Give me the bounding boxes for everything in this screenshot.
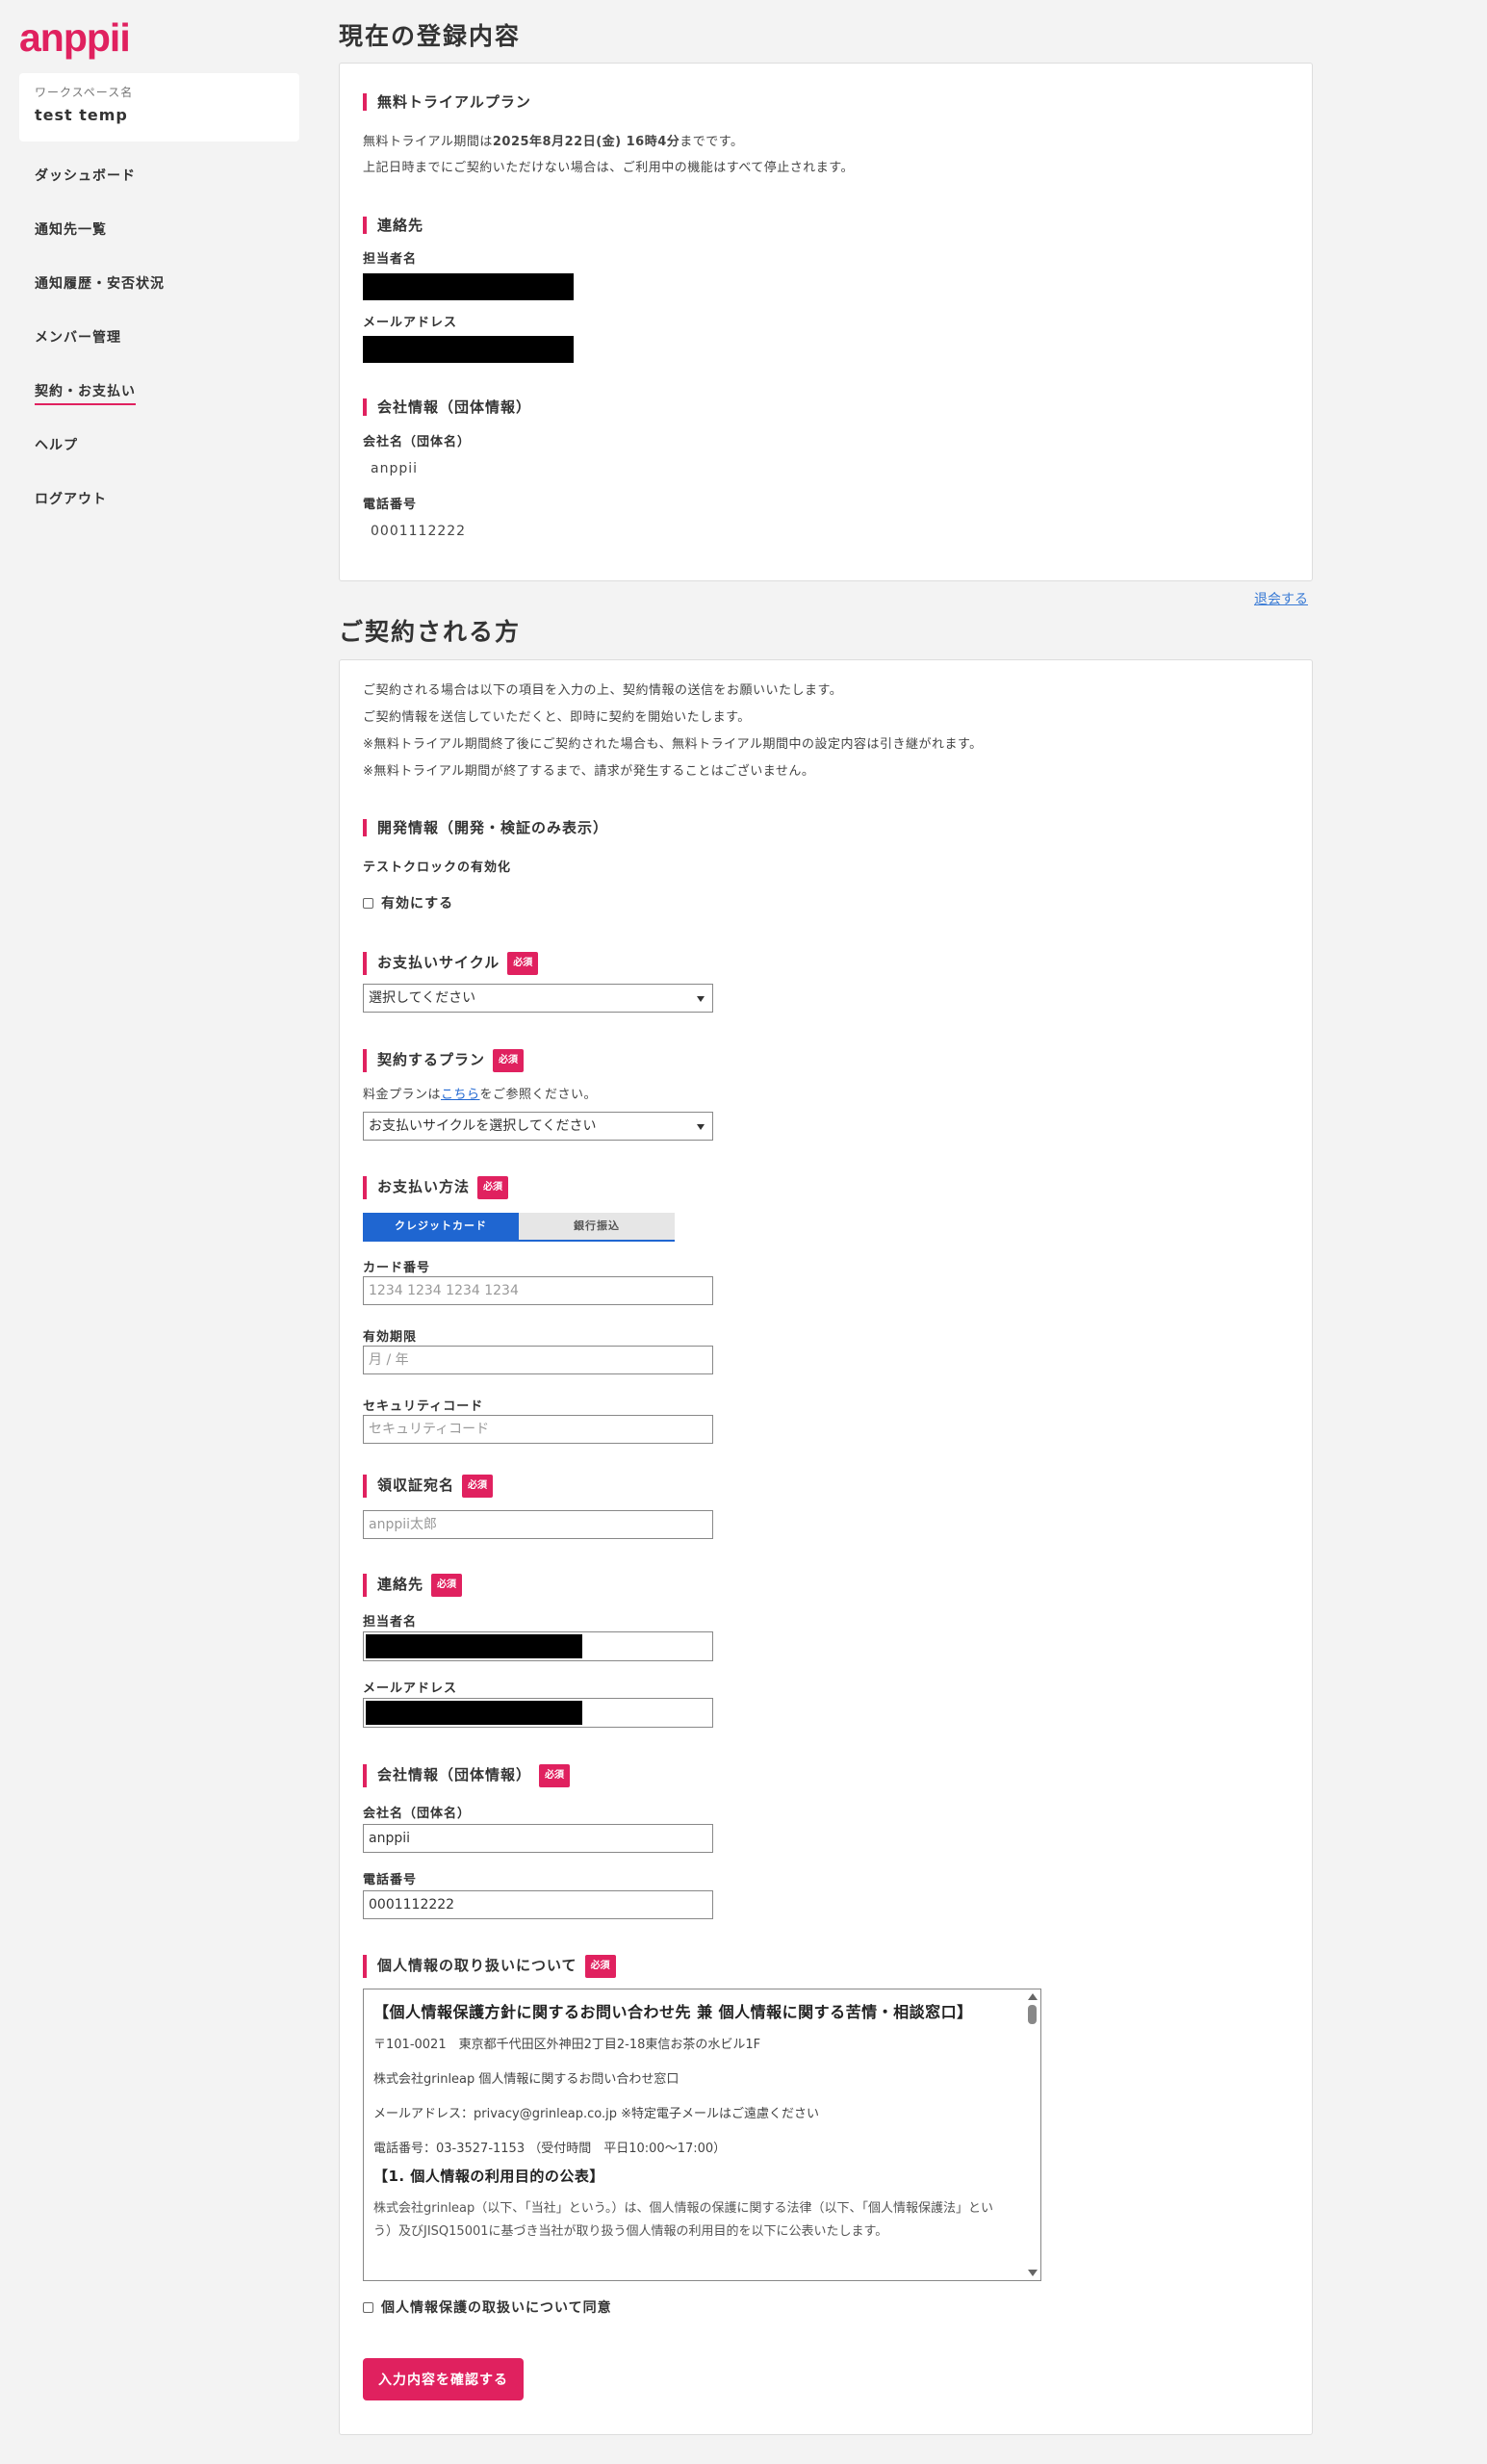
contract-phone-label: 電話番号 [363, 1873, 418, 1887]
required-badge: 必須 [507, 952, 539, 975]
required-badge: 必須 [539, 1764, 571, 1787]
contract-contact-email-label: メールアドレス [363, 1681, 458, 1696]
required-badge: 必須 [477, 1176, 509, 1199]
cvc-label: セキュリティコード [363, 1399, 484, 1414]
company-name-label: 会社名（団体名） [363, 435, 472, 449]
tab-credit-card[interactable]: クレジットカード [363, 1213, 519, 1240]
withdraw-link[interactable]: 退会する [1254, 589, 1308, 608]
contract-title: ご契約される方 [339, 618, 522, 646]
contact-heading: 連絡先 [363, 217, 423, 234]
expiry-input[interactable] [363, 1346, 713, 1374]
trial-warning-text: 上記日時までにご契約いただけない場合は、ご利用中の機能はすべて停止されます。 [363, 161, 855, 175]
trial-period-text: 無料トライアル期間は2025年8月22日(金) 16時4分までです。 [363, 135, 744, 149]
required-badge: 必須 [584, 1955, 616, 1978]
company-heading: 会社情報（団体情報） [363, 398, 531, 416]
required-badge: 必須 [462, 1475, 494, 1498]
workspace-label: ワークスペース名 [35, 86, 134, 99]
privacy-agree-checkbox[interactable]: 個人情報保護の取扱いについて同意 [363, 2297, 612, 2317]
privacy-email: メールアドレス：privacy@grinleap.co.jp ※特定電子メールは… [373, 2107, 820, 2121]
dropdown-arrow-icon [697, 1124, 705, 1130]
sidebar-item-members[interactable]: メンバー管理 [35, 327, 165, 381]
expiry-label: 有効期限 [363, 1330, 418, 1345]
card-number-label: カード番号 [363, 1261, 431, 1275]
confirm-input-button[interactable]: 入力内容を確認する [363, 2358, 524, 2400]
privacy-section-title: 【1. 個人情報の利用目的の公表】 [373, 2168, 604, 2185]
contact-email-label: メールアドレス [363, 316, 458, 330]
sidebar-nav: ダッシュボード 通知先一覧 通知履歴・安否状況 メンバー管理 契約・お支払い ヘ… [35, 166, 165, 543]
contract-contact-name-input[interactable] [363, 1631, 713, 1661]
privacy-policy-textbox[interactable]: 【個人情報保護方針に関するお問い合わせ先 兼 個人情報に関する苦情・相談窓口】 … [363, 1989, 1041, 2281]
scroll-down-arrow-icon[interactable] [1028, 2270, 1038, 2276]
sidebar-item-contract-payment[interactable]: 契約・お支払い [35, 381, 165, 435]
sidebar-item-notification-list[interactable]: 通知先一覧 [35, 219, 165, 273]
cvc-input[interactable] [363, 1415, 713, 1444]
privacy-body: 株式会社grinleap（以下、「当社」という。）は、個人情報の保護に関する法律… [373, 2201, 993, 2239]
scroll-thumb[interactable] [1028, 2005, 1037, 2024]
contract-company-name-input[interactable] [363, 1824, 713, 1853]
workspace-card: ワークスペース名 test temp [19, 73, 299, 141]
sidebar-item-notification-history[interactable]: 通知履歴・安否状況 [35, 273, 165, 327]
tab-bank-transfer[interactable]: 銀行振込 [519, 1213, 675, 1240]
company-name-value: anppii [371, 461, 419, 476]
payment-method-tabs: クレジットカード 銀行振込 [363, 1213, 675, 1242]
contract-company-heading: 会社情報（団体情報） 必須 [363, 1764, 571, 1787]
test-clock-checkbox[interactable]: 有効にする [363, 893, 453, 912]
sidebar-item-dashboard[interactable]: ダッシュボード [35, 166, 165, 219]
contract-company-name-label: 会社名（団体名） [363, 1807, 472, 1821]
payment-method-heading: お支払い方法 必須 [363, 1176, 509, 1199]
redacted-contact-name [363, 273, 574, 300]
receipt-name-heading: 領収証宛名 必須 [363, 1475, 494, 1498]
checkbox-icon[interactable] [363, 2302, 373, 2313]
contract-contact-name-label: 担当者名 [363, 1615, 418, 1630]
dropdown-arrow-icon [697, 996, 705, 1002]
contract-phone-input[interactable] [363, 1890, 713, 1919]
contract-form-panel: ご契約される場合は以下の項目を入力の上、契約情報の送信をお願いいたします。 ご契… [339, 659, 1313, 2435]
redacted-value [366, 1634, 582, 1658]
privacy-company: 株式会社grinleap 個人情報に関するお問い合わせ窓口 [373, 2072, 679, 2087]
payment-cycle-select[interactable]: 選択してください [363, 984, 713, 1013]
required-badge: 必須 [493, 1049, 525, 1072]
current-registration-title: 現在の登録内容 [339, 22, 522, 50]
plan-heading: 契約するプラン 必須 [363, 1049, 525, 1072]
anppii-logo[interactable]: anppii [19, 15, 131, 61]
checkbox-icon[interactable] [363, 898, 373, 909]
sidebar-item-logout[interactable]: ログアウト [35, 489, 165, 543]
intro-line-3: ※無料トライアル期間終了後にご契約された場合も、無料トライアル期間中の設定内容は… [363, 737, 983, 752]
plan-pricing-link[interactable]: こちら [441, 1088, 480, 1102]
required-badge: 必須 [431, 1574, 463, 1597]
payment-cycle-heading: お支払いサイクル 必須 [363, 952, 539, 975]
contract-contact-email-input[interactable] [363, 1698, 713, 1728]
trial-heading: 無料トライアルプラン [363, 93, 531, 111]
contact-name-label: 担当者名 [363, 252, 418, 267]
privacy-address: 〒101-0021 東京都千代田区外神田2丁目2-18東信お茶の水ビル1F [373, 2038, 761, 2052]
scroll-up-arrow-icon[interactable] [1028, 1993, 1038, 2000]
redacted-value [366, 1701, 582, 1725]
phone-value: 0001112222 [371, 524, 467, 539]
intro-line-1: ご契約される場合は以下の項目を入力の上、契約情報の送信をお願いいたします。 [363, 683, 843, 698]
sidebar-item-help[interactable]: ヘルプ [35, 435, 165, 489]
plan-note: 料金プランはこちらをご参照ください。 [363, 1088, 598, 1102]
intro-line-4: ※無料トライアル期間が終了するまで、請求が発生することはございません。 [363, 764, 815, 779]
test-clock-label: テストクロックの有効化 [363, 860, 512, 875]
privacy-phone: 電話番号：03-3527-1153 （受付時間 平日10:00〜17:00） [373, 2142, 727, 2156]
receipt-name-input[interactable] [363, 1510, 713, 1539]
dev-info-heading: 開発情報（開発・検証のみ表示） [363, 819, 608, 836]
plan-select[interactable]: お支払いサイクルを選択してください [363, 1112, 713, 1141]
card-number-input[interactable] [363, 1276, 713, 1305]
redacted-contact-email [363, 336, 574, 363]
privacy-heading: 個人情報の取り扱いについて 必須 [363, 1955, 616, 1978]
privacy-scrollbar[interactable] [1026, 1991, 1038, 2278]
privacy-contact-title: 【個人情報保護方針に関するお問い合わせ先 兼 個人情報に関する苦情・相談窓口】 [373, 2003, 973, 2021]
intro-line-2: ご契約情報を送信していただくと、即時に契約を開始いたします。 [363, 710, 751, 725]
phone-label: 電話番号 [363, 498, 418, 512]
current-registration-panel: 無料トライアルプラン 無料トライアル期間は2025年8月22日(金) 16時4分… [339, 63, 1313, 581]
workspace-name: test temp [35, 106, 128, 124]
contract-contact-heading: 連絡先 必須 [363, 1574, 463, 1597]
